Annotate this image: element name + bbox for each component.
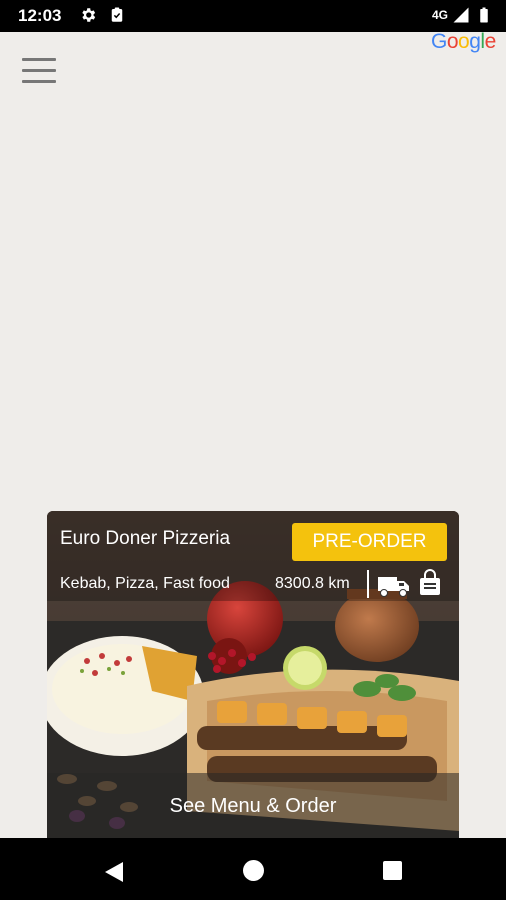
battery-icon <box>480 7 488 23</box>
network-type: 4G <box>432 8 449 22</box>
preorder-button[interactable]: PRE-ORDER <box>292 523 447 561</box>
hamburger-menu-icon[interactable] <box>22 58 56 84</box>
signal-icon <box>453 7 469 23</box>
clipboard-icon <box>111 7 123 22</box>
shopping-bag-icon <box>420 569 440 595</box>
recents-icon[interactable] <box>383 861 402 880</box>
delivery-truck-icon <box>378 577 409 597</box>
settings-icon <box>82 8 96 22</box>
cuisine-tags: Kebab, Pizza, Fast food <box>60 575 230 592</box>
status-time: 12:03 <box>18 6 62 25</box>
restaurant-card[interactable]: Euro Doner Pizzeria PRE-ORDER Kebab, Piz… <box>47 511 459 838</box>
status-bar: 12:03 4G <box>0 0 506 32</box>
see-menu-button[interactable]: See Menu & Order <box>47 795 459 818</box>
divider <box>367 570 369 598</box>
back-icon[interactable] <box>104 861 124 883</box>
home-icon[interactable] <box>243 860 264 881</box>
distance-label: 8300.8 km <box>275 575 350 592</box>
google-logo: Google <box>431 30 496 53</box>
restaurant-name: Euro Doner Pizzeria <box>60 528 231 549</box>
